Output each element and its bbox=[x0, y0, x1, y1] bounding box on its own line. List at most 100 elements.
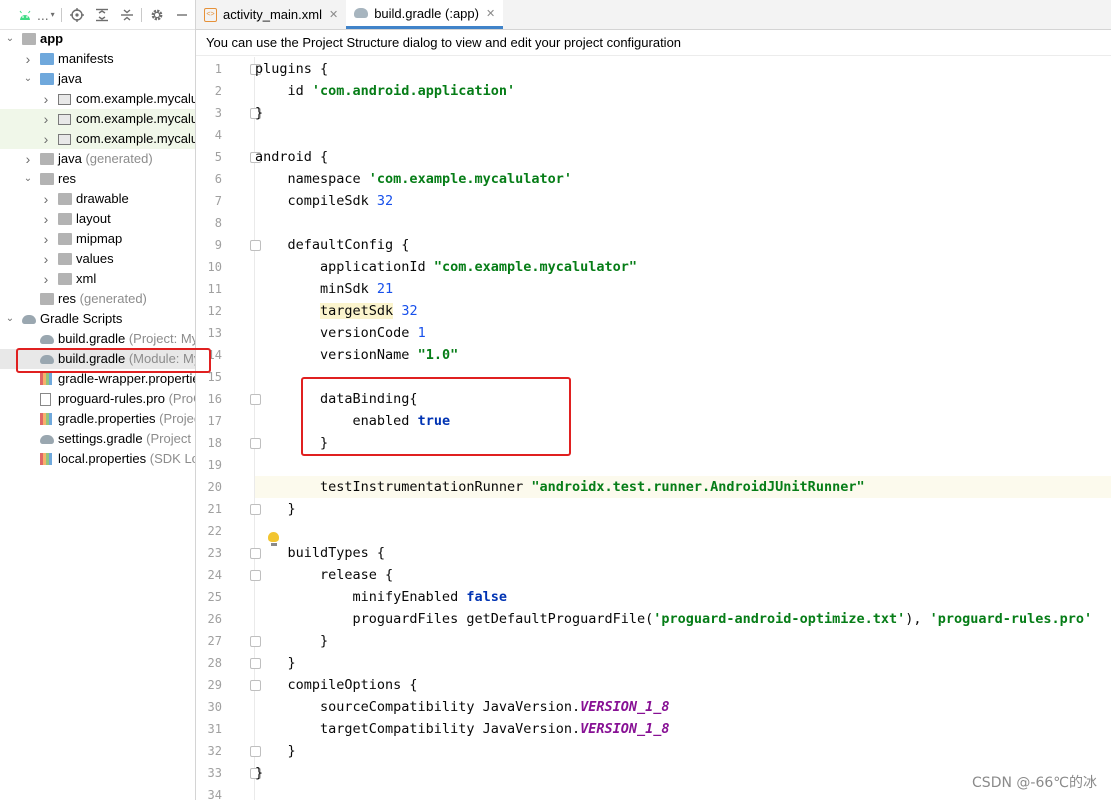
code-token: release { bbox=[255, 567, 394, 583]
tree-item[interactable]: ⌄ Gradle Scripts bbox=[0, 309, 195, 329]
tree-item-hint: (Project Properties) bbox=[159, 411, 195, 426]
code-token: testInstrumentationRunner bbox=[255, 479, 532, 495]
code-line[interactable]: } bbox=[255, 102, 1111, 124]
chevron-right-icon[interactable]: › bbox=[40, 189, 52, 209]
code-token: 'com.android.application' bbox=[311, 83, 516, 99]
line-number: 21 bbox=[207, 502, 222, 516]
tree-item[interactable]: ⌄ java bbox=[0, 69, 195, 89]
line-number: 10 bbox=[207, 260, 222, 274]
close-icon[interactable]: ✕ bbox=[329, 8, 338, 21]
tree-item[interactable]: › xml bbox=[0, 269, 195, 289]
chevron-right-icon[interactable]: › bbox=[40, 129, 52, 149]
code-token: id bbox=[255, 83, 312, 99]
chevron-right-icon[interactable]: › bbox=[40, 229, 52, 249]
code-line[interactable]: versionCode 1 bbox=[255, 322, 1111, 344]
folder-icon bbox=[22, 33, 36, 45]
tree-item[interactable]: settings.gradle (Project Settings) bbox=[0, 429, 195, 449]
code-line[interactable]: buildTypes { bbox=[255, 542, 1111, 564]
tree-item[interactable]: › drawable bbox=[0, 189, 195, 209]
code-token: android { bbox=[255, 149, 329, 165]
code-line[interactable]: testInstrumentationRunner "androidx.test… bbox=[255, 476, 1111, 498]
chevron-down-icon[interactable]: ⌄ bbox=[4, 309, 16, 329]
code-line[interactable]: } bbox=[255, 630, 1111, 652]
tab-build-gradle-app[interactable]: build.gradle (:app) ✕ bbox=[346, 0, 504, 29]
tree-item[interactable]: › java (generated) bbox=[0, 149, 195, 169]
tree-item[interactable]: › values bbox=[0, 249, 195, 269]
tree-item-text: manifests bbox=[58, 51, 114, 66]
line-number: 20 bbox=[207, 480, 222, 494]
chevron-down-icon[interactable]: ⌄ bbox=[22, 169, 34, 189]
gradle-icon bbox=[40, 435, 54, 444]
collapse-all-icon[interactable] bbox=[114, 4, 139, 26]
code-line[interactable]: compileOptions { bbox=[255, 674, 1111, 696]
code-line[interactable]: targetCompatibility JavaVersion.VERSION_… bbox=[255, 718, 1111, 740]
code-line[interactable]: plugins { bbox=[255, 58, 1111, 80]
code-line[interactable]: minSdk 21 bbox=[255, 278, 1111, 300]
code-line[interactable] bbox=[255, 212, 1111, 234]
code-line[interactable]: minifyEnabled false bbox=[255, 586, 1111, 608]
chevron-right-icon[interactable]: › bbox=[40, 109, 52, 129]
gradle-icon bbox=[354, 8, 369, 18]
line-number: 28 bbox=[207, 656, 222, 670]
chevron-right-icon[interactable]: › bbox=[40, 89, 52, 109]
tree-item[interactable]: proguard-rules.pro (ProGuard Rules) bbox=[0, 389, 195, 409]
folder-icon bbox=[58, 253, 72, 265]
tree-item-label: build.gradle (Project: MyCalulator) bbox=[58, 329, 195, 349]
chevron-right-icon[interactable]: › bbox=[22, 49, 34, 69]
expand-all-icon[interactable] bbox=[89, 4, 114, 26]
code-line[interactable]: compileSdk 32 bbox=[255, 190, 1111, 212]
tree-item[interactable]: › manifests bbox=[0, 49, 195, 69]
chevron-down-icon[interactable]: ⌄ bbox=[22, 69, 34, 89]
code-token: } bbox=[255, 501, 296, 517]
target-icon[interactable] bbox=[64, 4, 89, 26]
line-number: 33 bbox=[207, 766, 222, 780]
chevron-right-icon[interactable]: › bbox=[40, 249, 52, 269]
tree-item[interactable]: ⌄ app bbox=[0, 29, 195, 49]
line-number: 1 bbox=[214, 62, 222, 76]
close-icon[interactable]: ✕ bbox=[486, 7, 495, 20]
code-line[interactable]: applicationId "com.example.mycalulator" bbox=[255, 256, 1111, 278]
gear-icon[interactable] bbox=[144, 4, 169, 26]
code-line[interactable]: } bbox=[255, 652, 1111, 674]
minimize-icon[interactable] bbox=[169, 4, 194, 26]
code-line[interactable]: } bbox=[255, 498, 1111, 520]
code-line[interactable]: namespace 'com.example.mycalulator' bbox=[255, 168, 1111, 190]
chevron-down-icon[interactable]: ⌄ bbox=[4, 29, 16, 49]
tree-item-label: manifests bbox=[58, 49, 114, 69]
tree-item[interactable]: › com.example.mycalulator (test) bbox=[0, 129, 195, 149]
code-line[interactable] bbox=[255, 520, 1111, 542]
android-icon[interactable] bbox=[12, 4, 37, 26]
line-number: 11 bbox=[207, 282, 222, 296]
code-line[interactable]: android { bbox=[255, 146, 1111, 168]
chevron-right-icon[interactable]: › bbox=[40, 269, 52, 289]
code-line[interactable]: release { bbox=[255, 564, 1111, 586]
tree-item[interactable]: gradle.properties (Project Properties) bbox=[0, 409, 195, 429]
code-line[interactable] bbox=[255, 124, 1111, 146]
code-line[interactable]: versionName "1.0" bbox=[255, 344, 1111, 366]
chevron-right-icon[interactable]: › bbox=[40, 209, 52, 229]
chevron-right-icon[interactable]: › bbox=[22, 149, 34, 169]
code-token: targetCompatibility JavaVersion. bbox=[255, 721, 581, 737]
tab-activity-main-xml[interactable]: <> activity_main.xml ✕ bbox=[196, 0, 346, 29]
tree-item[interactable]: › com.example.mycalulator (androidTest) bbox=[0, 109, 195, 129]
view-selector-dropdown[interactable]: ... ▾ bbox=[37, 4, 59, 26]
code-line[interactable]: sourceCompatibility JavaVersion.VERSION_… bbox=[255, 696, 1111, 718]
code-token: namespace bbox=[255, 171, 369, 187]
tree-item[interactable]: local.properties (SDK Location) bbox=[0, 449, 195, 469]
tree-item[interactable]: ⌄ res bbox=[0, 169, 195, 189]
code-line[interactable]: id 'com.android.application' bbox=[255, 80, 1111, 102]
tree-item[interactable]: build.gradle (Project: MyCalulator) bbox=[0, 329, 195, 349]
tree-item[interactable]: › layout bbox=[0, 209, 195, 229]
code-line[interactable] bbox=[255, 454, 1111, 476]
tree-item[interactable]: res (generated) bbox=[0, 289, 195, 309]
code-line[interactable]: } bbox=[255, 740, 1111, 762]
line-number: 3 bbox=[214, 106, 222, 120]
code-line[interactable]: proguardFiles getDefaultProguardFile('pr… bbox=[255, 608, 1111, 630]
line-number: 34 bbox=[207, 788, 222, 802]
tree-item[interactable]: › mipmap bbox=[0, 229, 195, 249]
tree-item[interactable]: › com.example.mycalulator bbox=[0, 89, 195, 109]
code-line[interactable]: defaultConfig { bbox=[255, 234, 1111, 256]
code-line[interactable]: targetSdk 32 bbox=[255, 300, 1111, 322]
tree-item-text: build.gradle bbox=[58, 331, 126, 346]
